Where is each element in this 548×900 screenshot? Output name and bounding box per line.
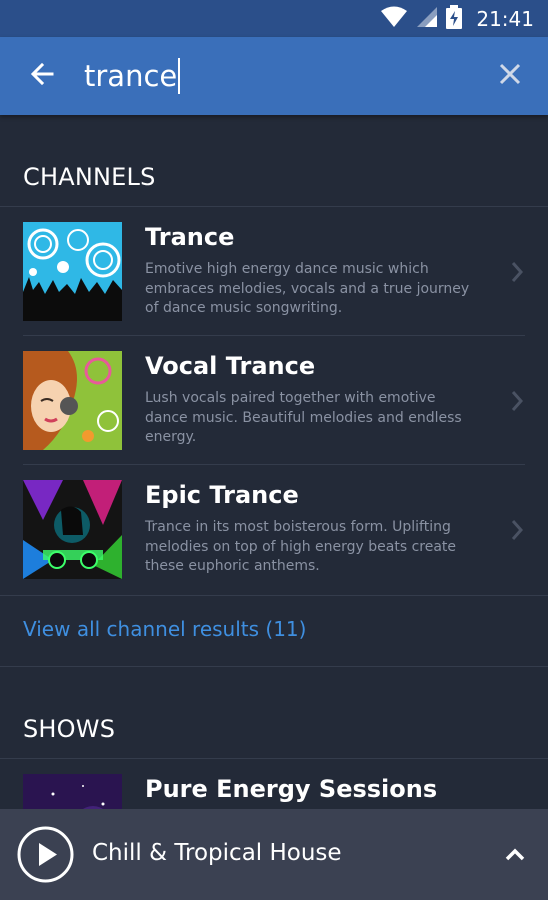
text-caret bbox=[178, 58, 181, 94]
back-button[interactable] bbox=[0, 37, 84, 115]
back-arrow-icon bbox=[30, 62, 54, 89]
channel-row-trance[interactable]: Trance Emotive high energy dance music w… bbox=[0, 207, 548, 336]
now-playing-title: Chill & Tropical House bbox=[92, 840, 342, 866]
chevron-up-icon bbox=[504, 846, 526, 865]
divider bbox=[0, 595, 548, 596]
chevron-right-icon bbox=[507, 386, 527, 416]
expand-player-button[interactable] bbox=[500, 842, 530, 868]
battery-charging-icon bbox=[446, 4, 463, 33]
chevron-right-icon bbox=[507, 257, 527, 287]
play-icon bbox=[17, 826, 74, 887]
status-time: 21:41 bbox=[476, 6, 534, 31]
cellular-signal-icon bbox=[416, 6, 438, 32]
show-row-pure-energy-sessions[interactable]: Pure Energy Sessions bbox=[0, 759, 548, 809]
channel-description: Emotive high energy dance music which em… bbox=[145, 261, 470, 316]
view-all-channels-link[interactable]: View all channel results (11) bbox=[23, 617, 306, 641]
divider bbox=[0, 666, 548, 667]
clear-search-button[interactable] bbox=[472, 37, 548, 115]
trance-artwork bbox=[23, 222, 122, 321]
show-title: Pure Energy Sessions bbox=[145, 775, 438, 803]
search-input[interactable]: trance bbox=[84, 37, 472, 115]
search-bar: trance bbox=[0, 37, 548, 115]
channel-title: Trance bbox=[145, 223, 235, 251]
status-bar: 21:41 bbox=[0, 0, 548, 37]
pure-energy-artwork bbox=[23, 774, 122, 809]
close-icon bbox=[499, 63, 521, 89]
shows-header: SHOWS bbox=[23, 715, 116, 743]
channel-row-epic-trance[interactable]: Epic Trance Trance in its most boisterou… bbox=[0, 465, 548, 594]
epic-trance-artwork bbox=[23, 480, 122, 579]
search-query: trance bbox=[84, 59, 178, 93]
channel-title: Epic Trance bbox=[145, 481, 299, 509]
channels-header: CHANNELS bbox=[23, 163, 156, 191]
channel-description: Trance in its most boisterous form. Upli… bbox=[145, 519, 457, 574]
channel-description: Lush vocals paired together with emotive… bbox=[145, 390, 462, 445]
search-results[interactable]: CHANNELS Trance Emotive high energy danc… bbox=[0, 115, 548, 809]
chevron-right-icon bbox=[507, 515, 527, 545]
now-playing-bar[interactable]: Chill & Tropical House bbox=[0, 809, 548, 900]
vocal-trance-artwork bbox=[23, 351, 122, 450]
wifi-icon bbox=[380, 6, 408, 32]
channel-row-vocal-trance[interactable]: Vocal Trance Lush vocals paired together… bbox=[0, 336, 548, 465]
play-button[interactable] bbox=[17, 826, 74, 883]
channel-title: Vocal Trance bbox=[145, 352, 316, 380]
